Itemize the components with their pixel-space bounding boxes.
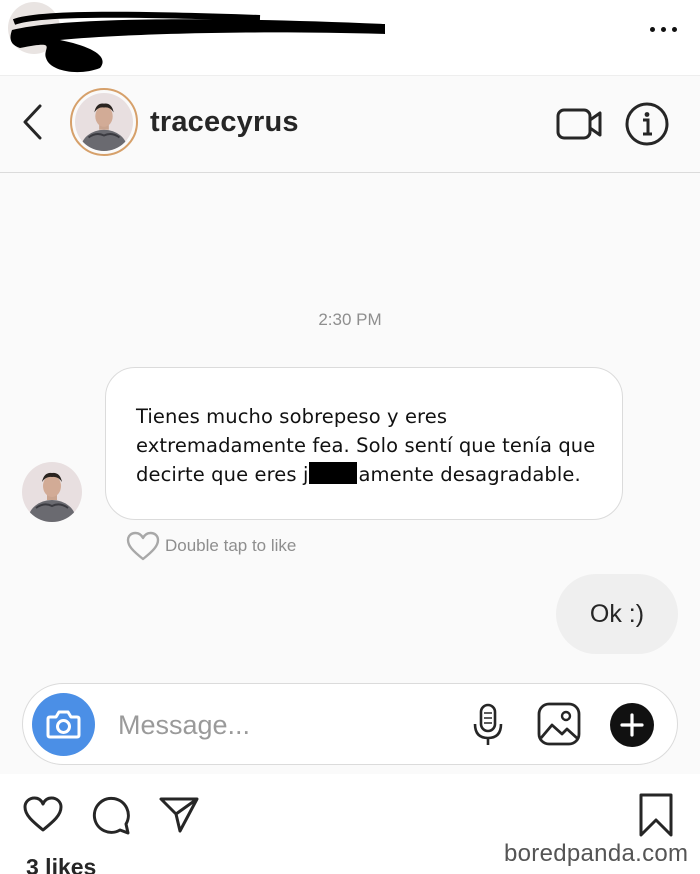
- info-icon[interactable]: [624, 101, 670, 147]
- comment-icon[interactable]: [90, 794, 132, 836]
- message-composer: [22, 683, 678, 765]
- more-options-icon[interactable]: [646, 22, 682, 36]
- likes-count[interactable]: 3 likes: [26, 854, 96, 874]
- contact-avatar[interactable]: [70, 88, 138, 156]
- redaction-block: [309, 462, 358, 484]
- message-timestamp: 2:30 PM: [318, 310, 382, 329]
- avatar-photo: [22, 462, 82, 522]
- sender-avatar[interactable]: [22, 462, 82, 522]
- redaction-scribble: [10, 11, 386, 73]
- incoming-message-bubble[interactable]: Tienes mucho sobrepeso y eres extremadam…: [105, 367, 623, 520]
- watermark: boredpanda.com: [504, 840, 689, 867]
- bookmark-icon[interactable]: [636, 792, 676, 838]
- camera-button[interactable]: [32, 693, 95, 756]
- video-call-icon[interactable]: [554, 104, 606, 144]
- message-input[interactable]: [118, 704, 448, 746]
- avatar-photo: [75, 93, 133, 151]
- post-header: [0, 0, 700, 75]
- incoming-message-text: Tienes mucho sobrepeso y eres extremadam…: [136, 405, 596, 486]
- outgoing-message-text: Ok :): [589, 599, 645, 628]
- like-hint-label: Double tap to like: [165, 536, 297, 555]
- like-heart-icon[interactable]: [22, 794, 64, 834]
- outgoing-message-bubble[interactable]: Ok :): [556, 574, 678, 654]
- microphone-icon[interactable]: [471, 702, 505, 748]
- double-tap-like-hint[interactable]: Double tap to like: [125, 530, 296, 562]
- back-icon[interactable]: [18, 102, 48, 142]
- share-icon[interactable]: [158, 794, 200, 834]
- plus-icon[interactable]: [609, 702, 655, 748]
- post-action-bar: 3 likes boredpanda.com: [0, 774, 700, 874]
- gallery-icon[interactable]: [536, 701, 582, 747]
- camera-icon: [46, 710, 81, 739]
- chat-header: tracecyrus: [0, 75, 700, 173]
- heart-icon: [126, 531, 160, 561]
- contact-username[interactable]: tracecyrus: [150, 106, 299, 139]
